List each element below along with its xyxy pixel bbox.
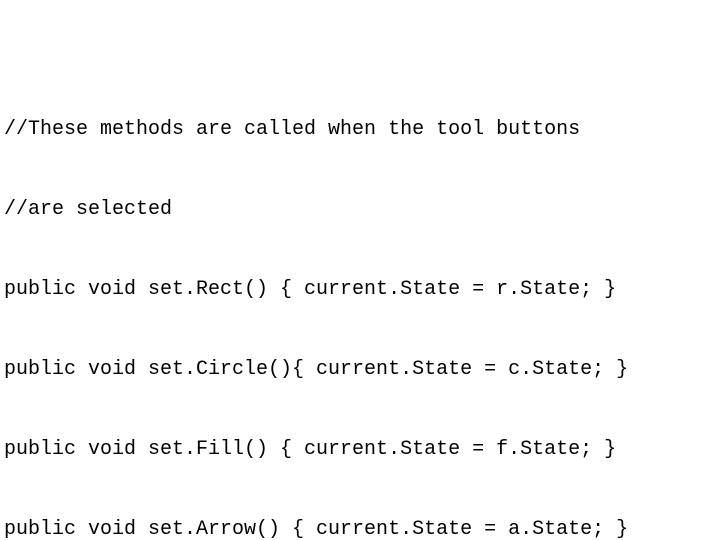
code-line: //These methods are called when the tool…	[4, 110, 720, 150]
code-line: public void set.Circle(){ current.State …	[4, 350, 720, 390]
code-block: //These methods are called when the tool…	[0, 0, 720, 540]
code-line: public void set.Fill() { current.State =…	[4, 430, 720, 470]
code-line: public void set.Rect() { current.State =…	[4, 270, 720, 310]
code-line: //are selected	[4, 190, 720, 230]
code-line: public void set.Arrow() { current.State …	[4, 510, 720, 540]
